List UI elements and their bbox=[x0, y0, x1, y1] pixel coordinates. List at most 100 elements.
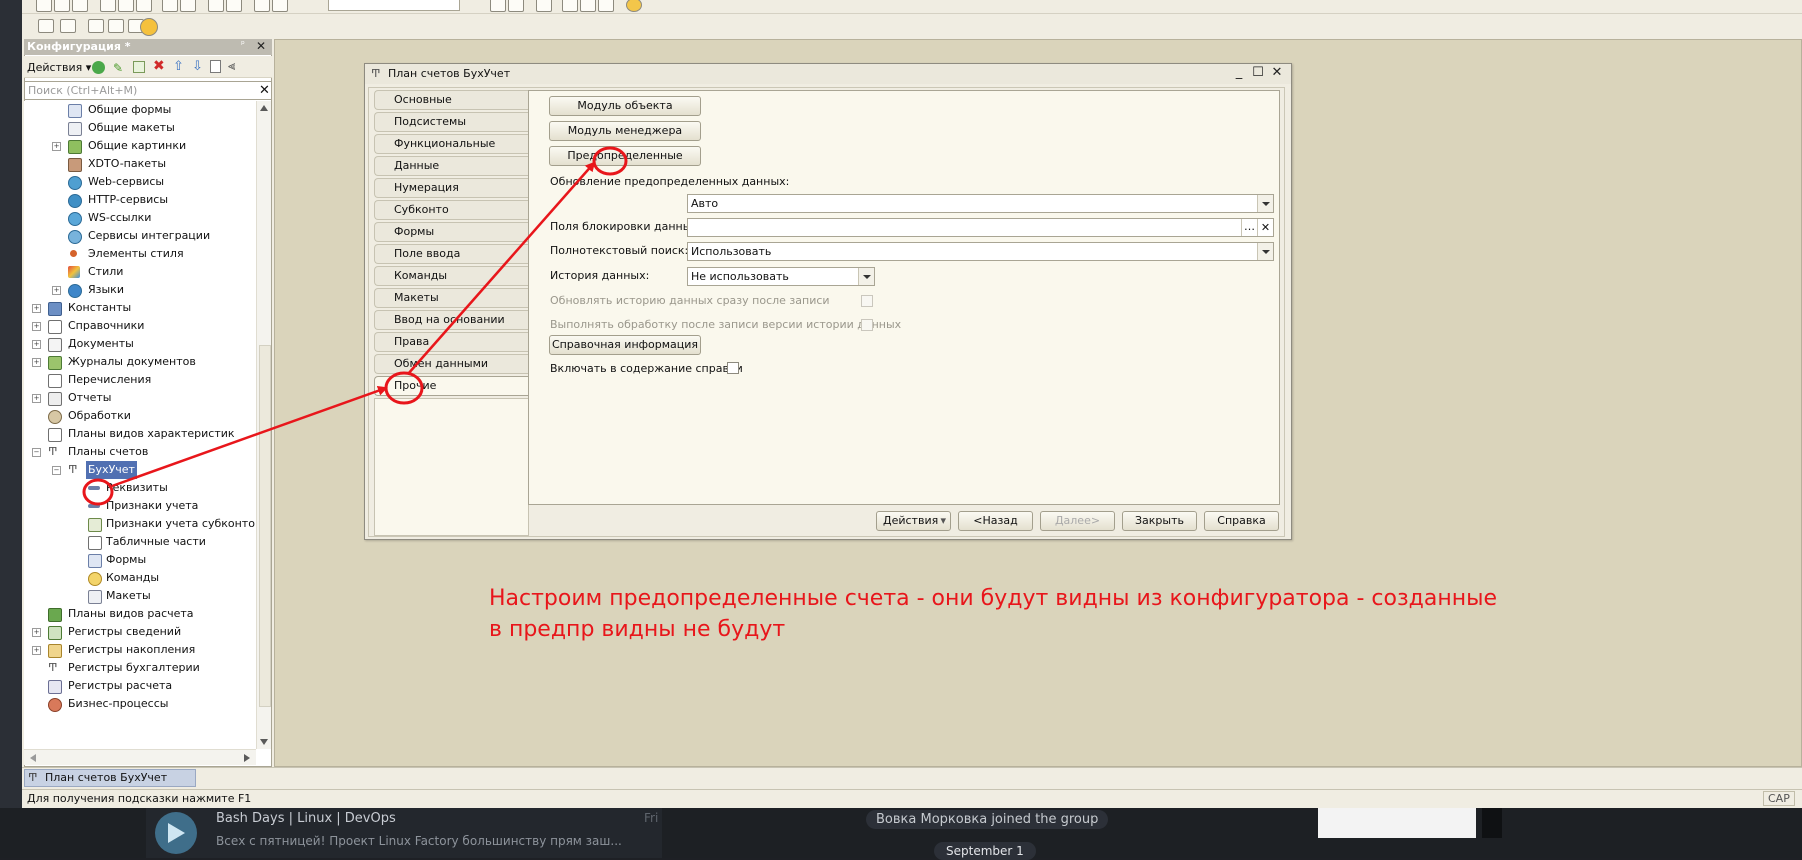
properties-icon[interactable] bbox=[38, 19, 54, 33]
tree-item-calculation-registers[interactable]: Регистры расчета bbox=[24, 677, 256, 695]
expand-icon[interactable]: + bbox=[32, 628, 41, 637]
find-next-icon[interactable] bbox=[226, 0, 242, 12]
tree-item-style-elements[interactable]: Элементы стиля bbox=[24, 245, 256, 263]
toolbar-search-input[interactable] bbox=[328, 0, 460, 11]
tree-item-document-journals[interactable]: + Журналы документов bbox=[24, 353, 256, 371]
tree-item-ws-links[interactable]: WS-ссылки bbox=[24, 209, 256, 227]
tree-item-business-processes[interactable]: Бизнес-процессы bbox=[24, 695, 256, 713]
expand-icon[interactable]: + bbox=[32, 304, 41, 313]
tab-commands[interactable]: Команды bbox=[374, 266, 528, 286]
expand-icon[interactable]: + bbox=[32, 340, 41, 349]
syntax-check-icon[interactable] bbox=[536, 0, 552, 12]
predefined-button[interactable]: Предопределенные bbox=[549, 146, 701, 166]
copy-item-icon[interactable] bbox=[133, 61, 145, 73]
tree-item-web-services[interactable]: Web-сервисы bbox=[24, 173, 256, 191]
tree-item-chart-of-calculation-types[interactable]: Планы видов расчета bbox=[24, 605, 256, 623]
minimize-icon[interactable]: _ bbox=[1231, 65, 1247, 81]
expand-icon[interactable]: + bbox=[32, 646, 41, 655]
cut-icon[interactable] bbox=[100, 0, 116, 12]
tree-item-accumulation-registers[interactable]: + Регистры накопления bbox=[24, 641, 256, 659]
pin-icon[interactable]: ᵖ bbox=[241, 40, 245, 50]
dropdown-arrow-icon[interactable] bbox=[1257, 195, 1273, 212]
tree-item-information-registers[interactable]: + Регистры сведений bbox=[24, 623, 256, 641]
tree-item-data-processors[interactable]: Обработки bbox=[24, 407, 256, 425]
info-icon[interactable] bbox=[626, 0, 642, 12]
copy-icon[interactable] bbox=[118, 0, 134, 12]
tree-item-common-templates[interactable]: Общие макеты bbox=[24, 119, 256, 137]
next-button[interactable]: Далее> bbox=[1040, 511, 1115, 531]
tools-icon[interactable] bbox=[562, 0, 578, 12]
tree-item-xdto[interactable]: XDTO-пакеты bbox=[24, 155, 256, 173]
scroll-left-icon[interactable] bbox=[30, 754, 36, 762]
tree-item-enumerations[interactable]: Перечисления bbox=[24, 371, 256, 389]
tree-item-constants[interactable]: + Константы bbox=[24, 299, 256, 317]
tree-item-attributes[interactable]: Реквизиты bbox=[24, 479, 256, 497]
window-tab-chart-of-accounts[interactable]: План счетов БухУчет bbox=[24, 769, 196, 787]
tree-item-reports[interactable]: + Отчеты bbox=[24, 389, 256, 407]
update-predefined-select[interactable]: Авто bbox=[687, 194, 1274, 213]
process-after-write-checkbox[interactable] bbox=[861, 319, 873, 331]
config-window-icon[interactable] bbox=[60, 19, 76, 33]
dropdown-arrow-icon[interactable] bbox=[1257, 243, 1273, 260]
tree-item-integration-services[interactable]: Сервисы интеграции bbox=[24, 227, 256, 245]
expand-icon[interactable]: + bbox=[32, 394, 41, 403]
add-icon[interactable] bbox=[92, 61, 105, 74]
tree-item-templates[interactable]: Макеты bbox=[24, 587, 256, 605]
back-button[interactable]: <Назад bbox=[958, 511, 1033, 531]
actions-menu[interactable]: Действия ▾ bbox=[27, 61, 91, 74]
tree-item-commands[interactable]: Команды bbox=[24, 569, 256, 587]
tree-item-forms[interactable]: Формы bbox=[24, 551, 256, 569]
scroll-down-icon[interactable] bbox=[260, 739, 268, 745]
expand-icon[interactable]: + bbox=[32, 358, 41, 367]
tree-item-tabular-sections[interactable]: Табличные части bbox=[24, 533, 256, 551]
redo-icon[interactable] bbox=[180, 0, 196, 12]
tree-item-accounting-flags[interactable]: Признаки учета bbox=[24, 497, 256, 515]
new-icon[interactable] bbox=[36, 0, 52, 12]
search-prev-icon[interactable] bbox=[490, 0, 506, 12]
lock-fields-input[interactable]: … ✕ bbox=[687, 218, 1274, 237]
data-history-select[interactable]: Не использовать bbox=[687, 267, 875, 286]
include-in-help-checkbox[interactable] bbox=[727, 362, 739, 374]
zoom-icon[interactable] bbox=[254, 0, 270, 12]
tab-data[interactable]: Данные bbox=[374, 156, 528, 176]
delete-icon[interactable]: ✖ bbox=[153, 58, 165, 74]
tab-subconto[interactable]: Субконто bbox=[374, 200, 528, 220]
tab-functional-options[interactable]: Функциональные опции bbox=[374, 134, 528, 168]
config-search-input[interactable]: Поиск (Ctrl+Alt+M) bbox=[24, 81, 272, 100]
tab-forms[interactable]: Формы bbox=[374, 222, 528, 242]
tab-subsystems[interactable]: Подсистемы bbox=[374, 112, 528, 132]
help-info-button[interactable]: Справочная информация bbox=[549, 335, 701, 355]
scroll-right-icon[interactable] bbox=[244, 754, 250, 762]
open-icon[interactable] bbox=[54, 0, 70, 12]
tree-item-catalogs[interactable]: + Справочники bbox=[24, 317, 256, 335]
clear-search-icon[interactable]: ✕ bbox=[259, 83, 270, 98]
tree-vertical-scrollbar[interactable] bbox=[256, 101, 271, 749]
tree-item-common-forms[interactable]: Общие формы bbox=[24, 101, 256, 119]
collapse-icon[interactable]: − bbox=[32, 448, 41, 457]
debug-icon[interactable] bbox=[580, 0, 596, 12]
tab-templates[interactable]: Макеты bbox=[374, 288, 528, 308]
expand-icon[interactable]: + bbox=[32, 322, 41, 331]
scroll-thumb[interactable] bbox=[259, 345, 271, 707]
paste-icon[interactable] bbox=[136, 0, 152, 12]
close-button[interactable]: Закрыть bbox=[1122, 511, 1197, 531]
tree-item-extdim-accounting-flags[interactable]: Признаки учета субконто bbox=[24, 515, 256, 533]
run-debug-icon[interactable] bbox=[140, 18, 158, 36]
collapse-icon[interactable]: − bbox=[52, 466, 61, 475]
sort-icon[interactable] bbox=[210, 60, 221, 73]
tree-horizontal-scrollbar[interactable] bbox=[24, 749, 256, 765]
tab-main[interactable]: Основные bbox=[374, 90, 528, 110]
footer-actions-button[interactable]: Действия ▾ bbox=[876, 511, 951, 531]
tree-item-accounting-registers[interactable]: Ͳ Регистры бухгалтерии bbox=[24, 659, 256, 677]
dropdown-arrow-icon[interactable] bbox=[858, 268, 874, 285]
tab-input-by-string[interactable]: Ввод на основании bbox=[374, 310, 528, 330]
db-icon[interactable] bbox=[108, 19, 124, 33]
tree-item-styles[interactable]: Стили bbox=[24, 263, 256, 281]
find-icon[interactable] bbox=[208, 0, 224, 12]
tab-input-field[interactable]: Поле ввода bbox=[374, 244, 528, 264]
move-down-icon[interactable]: ⇩ bbox=[192, 59, 203, 74]
filter-icon[interactable]: ⫷ bbox=[228, 59, 235, 74]
manager-module-button[interactable]: Модуль менеджера bbox=[549, 121, 701, 141]
close-icon[interactable]: ✕ bbox=[256, 39, 266, 53]
tab-data-exchange[interactable]: Обмен данными bbox=[374, 354, 528, 374]
